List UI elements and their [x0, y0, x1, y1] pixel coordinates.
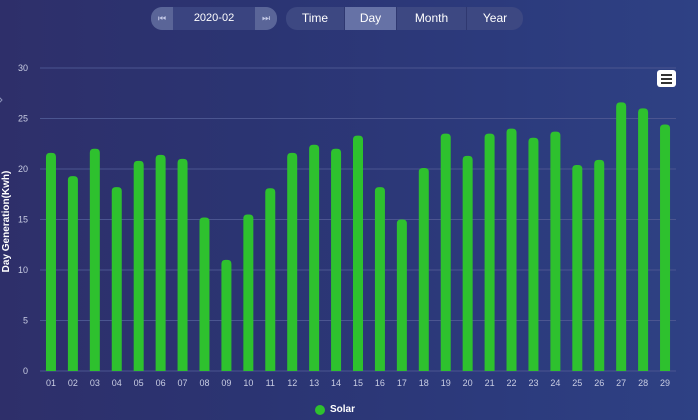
x-tick-label: 26	[594, 378, 604, 388]
y-tick-label: 10	[18, 265, 28, 275]
y-tick-label: 15	[18, 215, 28, 225]
x-tick-label: 12	[287, 378, 297, 388]
bar-21	[484, 133, 495, 371]
x-tick-label: 16	[375, 378, 385, 388]
bar-11	[265, 188, 276, 371]
x-tick-label: 24	[550, 378, 560, 388]
x-tick-label: 07	[178, 378, 188, 388]
x-tick-label: 23	[528, 378, 538, 388]
x-tick-label: 20	[463, 378, 473, 388]
bar-17	[396, 219, 407, 371]
y-tick-label: 25	[18, 114, 28, 124]
bar-10	[243, 214, 254, 371]
bar-20	[462, 155, 473, 371]
x-tick-label: 08	[199, 378, 209, 388]
bar-03	[89, 148, 100, 371]
y-axis-title: Day Generation(Kwh)	[1, 171, 12, 273]
x-tick-label: 18	[419, 378, 429, 388]
x-tick-label: 29	[660, 378, 670, 388]
x-tick-label: 19	[441, 378, 451, 388]
y-tick-label: 0	[23, 366, 28, 376]
x-tick-label: 10	[243, 378, 253, 388]
x-tick-label: 25	[572, 378, 582, 388]
x-tick-label: 27	[616, 378, 626, 388]
y-tick-label: 5	[23, 316, 28, 326]
bar-12	[287, 152, 298, 371]
x-tick-label: 21	[485, 378, 495, 388]
bar-28	[638, 108, 649, 372]
day-generation-chart: 051015202530Day Generation(Kwh)01 02 03 04 0…	[1, 63, 676, 388]
bar-08	[199, 217, 210, 371]
x-tick-label: 04	[112, 378, 122, 388]
x-tick-label: 28	[638, 378, 648, 388]
bar-26	[594, 159, 605, 371]
bar-07	[177, 158, 188, 371]
bar-14	[331, 148, 342, 371]
x-tick-label: 15	[353, 378, 363, 388]
x-tick-label: 11	[266, 378, 275, 388]
bar-05	[133, 160, 144, 371]
bar-25	[572, 164, 583, 371]
bar-15	[353, 135, 363, 371]
bar-22	[506, 128, 517, 371]
legend-item-solar[interactable]: Solar	[315, 404, 355, 415]
x-tick-label: 13	[309, 378, 319, 388]
bar-27	[616, 102, 627, 371]
y-tick-label: 30	[18, 63, 28, 73]
legend-label: Solar	[330, 404, 356, 415]
x-tick-label: 02	[68, 378, 78, 388]
x-tick-label: 05	[134, 378, 144, 388]
bar-01	[45, 152, 56, 371]
bar-23	[528, 137, 539, 371]
bar-04	[111, 187, 122, 371]
bar-06	[155, 154, 166, 371]
bar-02	[67, 176, 78, 371]
y-tick-label: 20	[18, 164, 28, 174]
legend-dot	[315, 404, 325, 415]
bar-19	[440, 133, 451, 371]
x-tick-label: 09	[221, 378, 231, 388]
x-tick-label: 22	[507, 378, 517, 388]
bar-13	[309, 144, 320, 371]
bar-18	[418, 167, 429, 371]
x-tick-label: 01	[46, 378, 56, 388]
x-tick-label: 06	[156, 378, 166, 388]
bar-09	[221, 259, 232, 371]
x-tick-label: 17	[397, 378, 407, 388]
x-tick-label: 14	[331, 378, 341, 388]
bar-16	[374, 187, 385, 371]
bar-29	[660, 124, 671, 371]
bar-24	[550, 131, 561, 371]
x-tick-label: 03	[90, 378, 100, 388]
